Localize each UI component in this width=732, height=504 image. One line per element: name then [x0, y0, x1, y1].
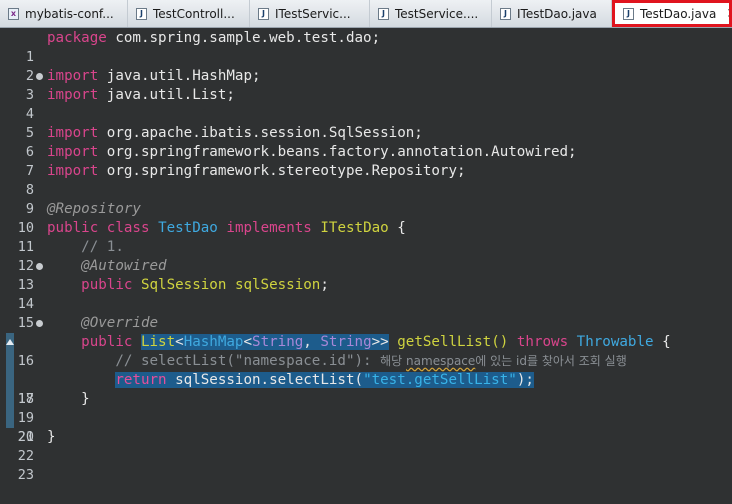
line-text: @Override	[81, 315, 159, 331]
line-text: import java.util.HashMap;	[47, 68, 261, 84]
close-tab-icon[interactable]: ✕	[726, 6, 729, 22]
code-line-21: 21	[0, 409, 732, 445]
code-line-14: 14 public SqlSession sqlSession;	[0, 276, 732, 312]
code-line-19: 19 return sqlSession.selectList("test.ge…	[0, 371, 732, 426]
code-line-17: 17 public List<HashMap<String, String>> …	[0, 333, 732, 407]
tab-label: mybatis-conf...	[25, 6, 114, 21]
code-line-6: 6 import org.apache.ibatis.session.SqlSe…	[0, 124, 732, 160]
tab-label: TestControll...	[153, 6, 235, 21]
line-text: }	[81, 391, 90, 407]
fold-toggle-icon[interactable]	[36, 263, 43, 270]
code-line-9: 9	[0, 181, 732, 217]
code-line-5: 5	[0, 105, 732, 141]
line-text: public List<HashMap<String, String>> get…	[81, 334, 671, 350]
tab-label: TestDao.java	[640, 6, 717, 21]
line-text: public SqlSession sqlSession;	[81, 277, 329, 293]
java-file-icon: J	[378, 7, 389, 20]
java-file-icon: J	[136, 7, 147, 20]
code-line-11: 11 public class TestDao implements ITest…	[0, 219, 732, 255]
xml-file-icon: x	[8, 7, 19, 20]
fold-toggle-icon[interactable]	[36, 73, 43, 80]
line-text: import org.apache.ibatis.session.SqlSess…	[47, 125, 423, 141]
code-line-12: 12 // 1.	[0, 238, 732, 274]
line-text: @Repository	[47, 201, 141, 217]
line-text: return sqlSession.selectList("test.getSe…	[115, 372, 534, 388]
override-marker-icon[interactable]	[6, 339, 14, 345]
java-file-icon: J	[500, 7, 511, 20]
line-text: import java.util.List;	[47, 87, 235, 103]
code-line-23: 23	[0, 447, 732, 483]
code-line-20: 20 }	[0, 390, 732, 445]
line-number: 23	[17, 467, 34, 483]
tab-label: ITestDao.java	[517, 6, 597, 21]
tab-itest-dao[interactable]: J ITestDao.java	[492, 0, 612, 27]
tab-label: TestService....	[395, 6, 479, 21]
line-text: @Autowired	[81, 258, 167, 274]
fold-toggle-icon[interactable]	[36, 320, 43, 327]
code-line-18: 18 // selectList("namespace.id"): 해당 nam…	[0, 352, 732, 407]
tab-mybatis-config[interactable]: x mybatis-conf...	[0, 0, 128, 27]
code-line-2: 2	[0, 48, 732, 84]
tab-label: ITestServic...	[275, 6, 351, 21]
code-line-13: 13 @Autowired	[0, 257, 732, 293]
code-line-10: 10 @Repository	[0, 200, 732, 236]
tab-test-service[interactable]: J TestService....	[370, 0, 492, 27]
code-line-8: 8 import org.springframework.stereotype.…	[0, 162, 732, 198]
java-file-icon: J	[258, 7, 269, 20]
line-text: }	[47, 429, 56, 445]
code-line-3: 3 import java.util.HashMap;	[0, 67, 732, 103]
code-editor[interactable]: 1 package com.spring.sample.web.test.dao…	[0, 28, 732, 483]
line-text: // 1.	[81, 239, 124, 255]
tab-itest-service[interactable]: J ITestServic...	[250, 0, 370, 27]
code-line-4: 4 import java.util.List;	[0, 86, 732, 122]
line-text: import org.springframework.stereotype.Re…	[47, 163, 466, 179]
editor-tab-bar: x mybatis-conf... J TestControll... J IT…	[0, 0, 732, 28]
tab-test-dao[interactable]: J TestDao.java ✕	[612, 0, 732, 27]
line-text: package com.spring.sample.web.test.dao;	[47, 30, 381, 46]
code-line-15: 15	[0, 295, 732, 331]
code-line-22: 22 }	[0, 428, 732, 464]
line-text: import org.springframework.beans.factory…	[47, 144, 577, 160]
line-text: public class TestDao implements ITestDao…	[47, 220, 406, 236]
line-text: // selectList("namespace.id"): 해당 namesp…	[115, 353, 627, 369]
code-line-16: 16 @Override	[0, 314, 732, 369]
code-line-1: 1 package com.spring.sample.web.test.dao…	[0, 29, 732, 65]
tab-test-controller[interactable]: J TestControll...	[128, 0, 250, 27]
java-file-icon: J	[623, 7, 634, 20]
code-line-7: 7 import org.springframework.beans.facto…	[0, 143, 732, 179]
